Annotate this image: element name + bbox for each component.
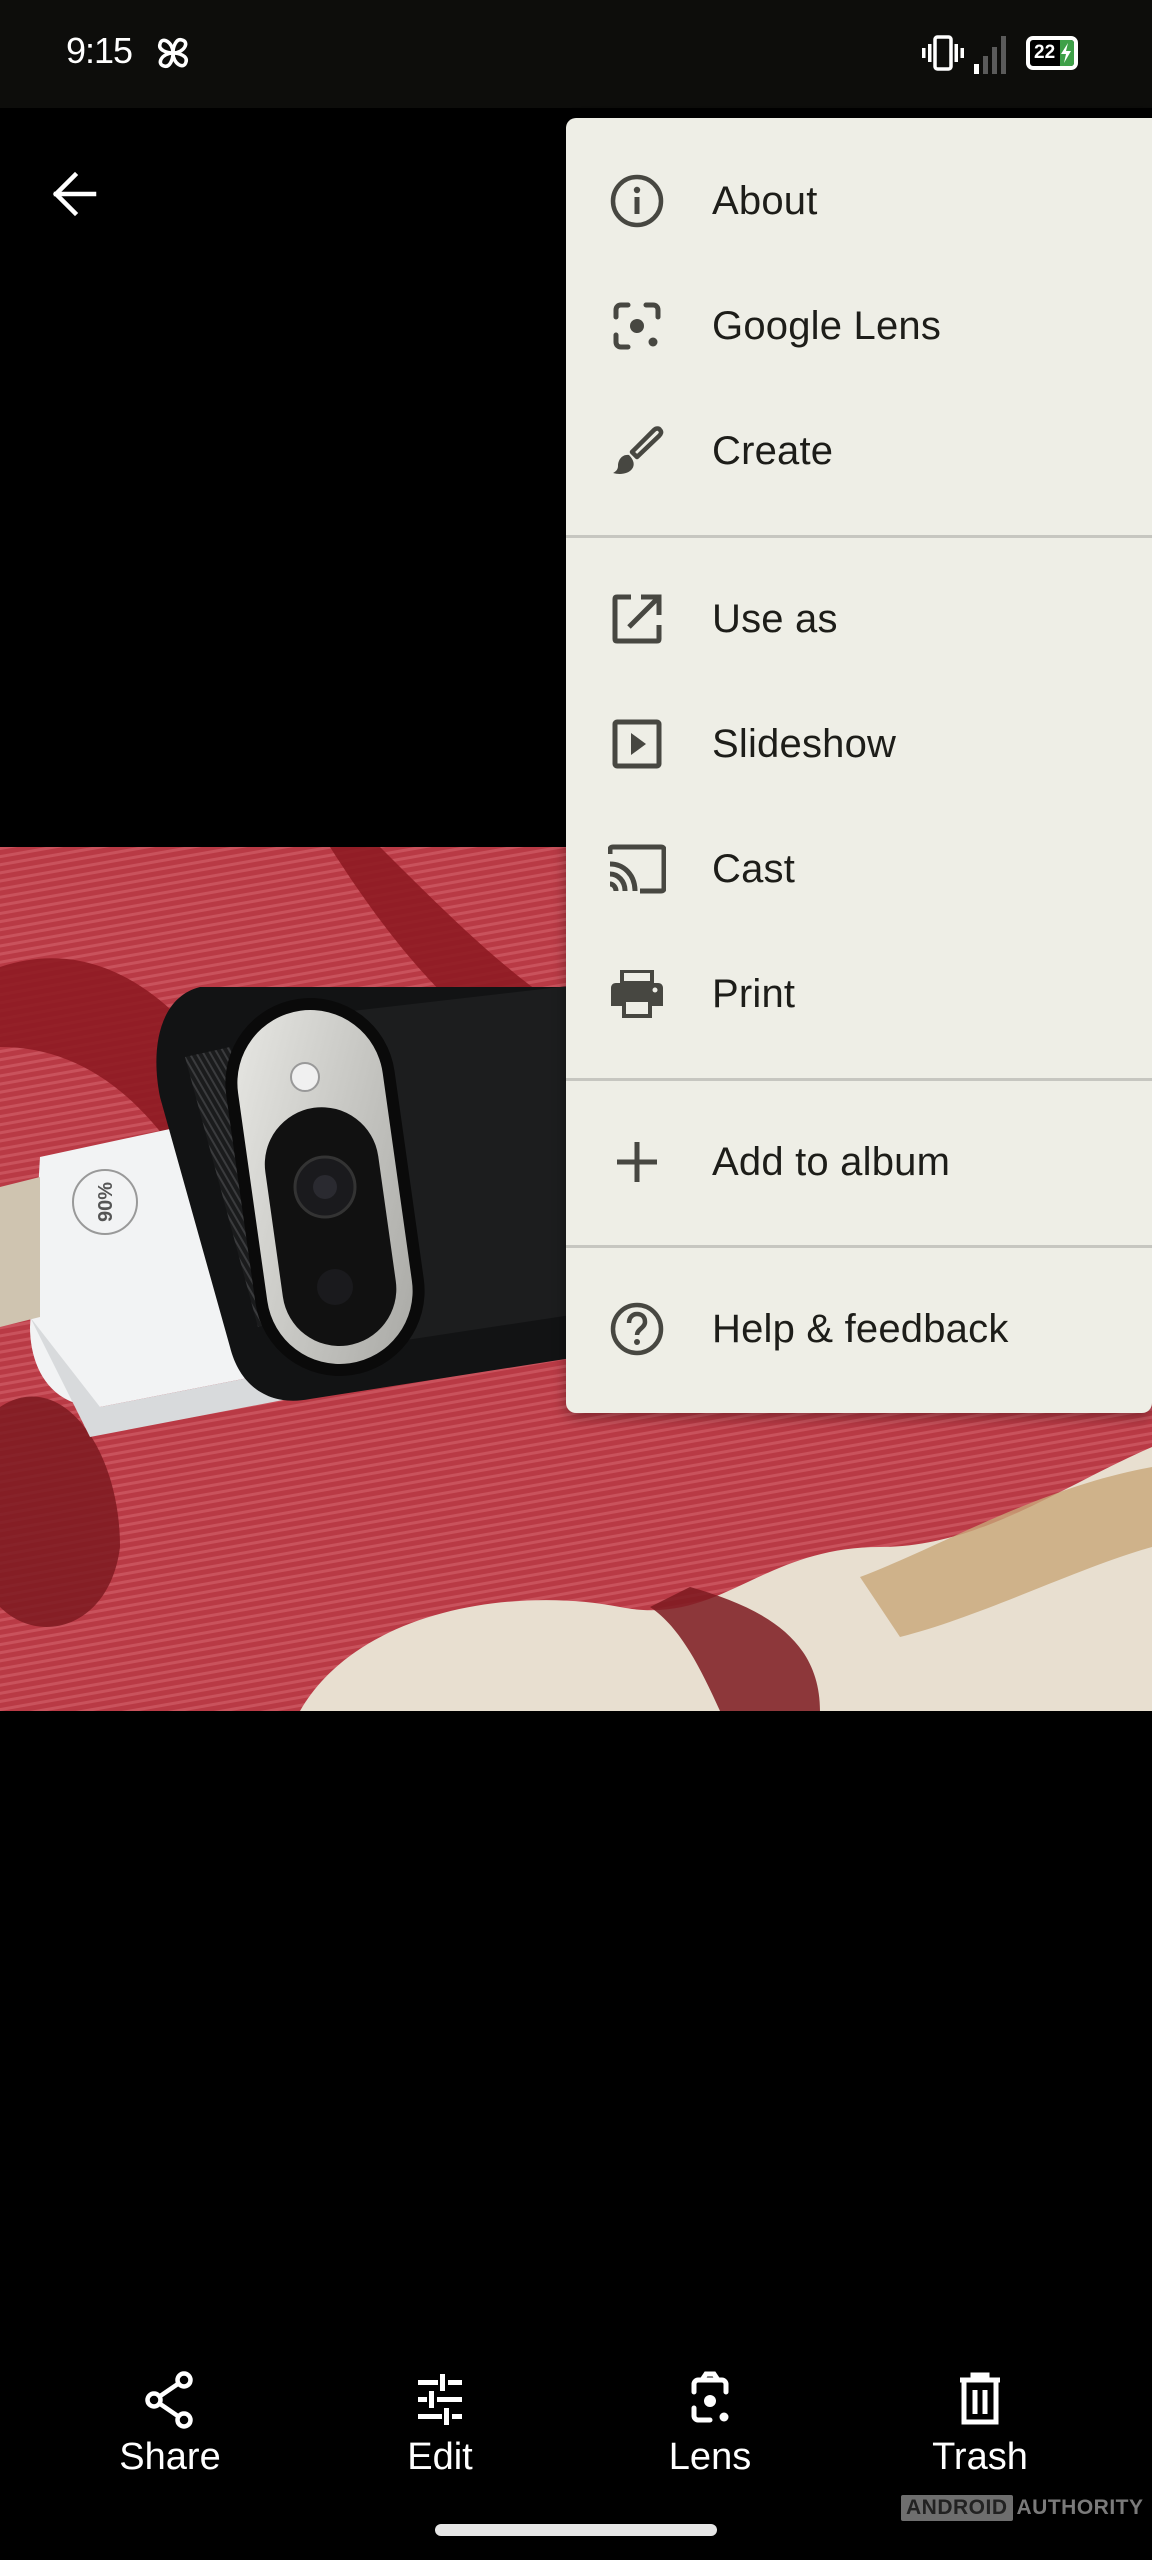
cell-signal-icon	[974, 36, 1006, 74]
menu-label: Cast	[712, 846, 796, 891]
menu-divider	[566, 1078, 1152, 1081]
back-button[interactable]	[40, 160, 108, 228]
lens-label: Lens	[668, 2436, 752, 2478]
add-icon	[608, 1133, 666, 1191]
overflow-menu: About Google Lens Create Use as Slidesho…	[566, 118, 1152, 1413]
trash-label: Trash	[932, 2436, 1028, 2478]
edit-label: Edit	[407, 2436, 473, 2478]
print-icon	[608, 965, 666, 1023]
menu-item-cast[interactable]: Cast	[566, 814, 1152, 924]
slideshow-icon	[608, 715, 666, 773]
menu-item-about[interactable]: About	[566, 146, 1152, 256]
trash-button[interactable]: Trash	[890, 2350, 1070, 2480]
google-lens-icon	[608, 297, 666, 355]
pinwheel-icon	[158, 38, 188, 68]
tune-icon	[418, 2374, 462, 2425]
share-label: Share	[119, 2436, 221, 2478]
menu-label: Google Lens	[712, 303, 942, 348]
menu-label: Create	[712, 428, 834, 473]
help-icon	[608, 1300, 666, 1358]
watermark: ANDROID AUTHORITY	[901, 2494, 1144, 2522]
menu-divider	[566, 1245, 1152, 1248]
bottom-action-bar: Share Edit Lens Trash	[0, 2350, 1152, 2490]
status-time: 9:15	[66, 30, 133, 71]
menu-item-use-as[interactable]: Use as	[566, 564, 1152, 674]
cast-icon	[608, 840, 666, 898]
arrow-back-icon	[52, 171, 97, 217]
menu-item-google-lens[interactable]: Google Lens	[566, 271, 1152, 381]
box-recycled-label: 90%	[95, 1182, 117, 1222]
watermark-boxed: ANDROID	[901, 2495, 1013, 2521]
home-gesture-bar[interactable]	[435, 2524, 717, 2536]
vibrate-icon	[922, 35, 964, 71]
menu-label: Help & feedback	[712, 1306, 1009, 1351]
status-bar: 9:15 22	[0, 0, 1152, 108]
menu-item-print[interactable]: Print	[566, 939, 1152, 1049]
battery-indicator: 22	[1026, 36, 1078, 70]
menu-label: Print	[712, 971, 796, 1016]
lens-button[interactable]: Lens	[620, 2350, 800, 2480]
menu-label: Slideshow	[712, 721, 897, 766]
menu-label: Use as	[712, 596, 838, 641]
brush-icon	[608, 422, 666, 480]
menu-item-help-feedback[interactable]: Help & feedback	[566, 1274, 1152, 1384]
share-icon	[145, 2371, 193, 2429]
menu-divider	[566, 535, 1152, 538]
charging-bolt-icon	[1061, 43, 1071, 63]
open-in-new-icon	[608, 590, 666, 648]
battery-percent: 22	[1034, 42, 1056, 63]
menu-item-slideshow[interactable]: Slideshow	[566, 689, 1152, 799]
menu-label: About	[712, 178, 818, 223]
edit-button[interactable]: Edit	[350, 2350, 530, 2480]
trash-icon	[960, 2372, 1000, 2425]
menu-item-create[interactable]: Create	[566, 396, 1152, 506]
watermark-text: AUTHORITY	[1016, 2496, 1144, 2519]
menu-label: Add to album	[712, 1139, 951, 1184]
menu-item-add-to-album[interactable]: Add to album	[566, 1107, 1152, 1217]
info-icon	[608, 172, 666, 230]
share-button[interactable]: Share	[80, 2350, 260, 2480]
lens-icon	[691, 2371, 729, 2423]
